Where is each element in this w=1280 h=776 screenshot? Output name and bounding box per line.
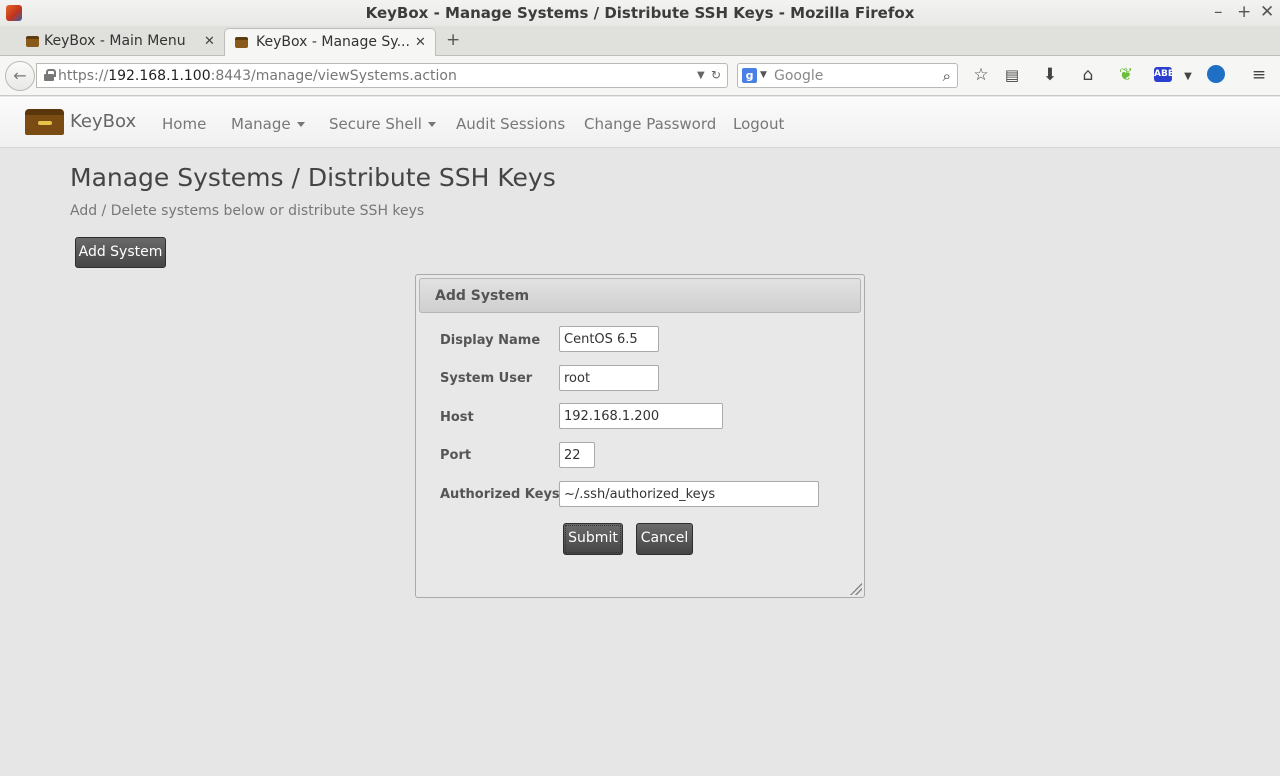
search-icon[interactable]: ⌕ bbox=[943, 67, 951, 85]
globe-addon-icon[interactable] bbox=[1207, 65, 1225, 83]
window-title: KeyBox - Manage Systems / Distribute SSH… bbox=[365, 4, 915, 22]
engine-dropdown-icon[interactable]: ▼ bbox=[760, 70, 767, 80]
nav-change-password[interactable]: Change Password bbox=[584, 115, 716, 133]
leaf-addon-icon[interactable]: ❦ bbox=[1116, 66, 1136, 84]
host-label: Host bbox=[440, 410, 474, 425]
nav-manage-label: Manage bbox=[231, 115, 291, 133]
tab-manage-systems[interactable]: KeyBox - Manage Sy... ✕ bbox=[224, 28, 436, 56]
brand-name: KeyBox bbox=[70, 111, 137, 132]
keybox-favicon-icon bbox=[26, 36, 39, 47]
keybox-logo-icon bbox=[25, 109, 64, 135]
system-user-label: System User bbox=[440, 371, 533, 386]
url-scheme: https:// bbox=[58, 68, 109, 84]
nav-secure-shell-label: Secure Shell bbox=[329, 115, 422, 133]
caret-down-icon bbox=[427, 122, 436, 127]
display-name-label: Display Name bbox=[440, 333, 541, 348]
abe-noscript-icon[interactable]: ABE bbox=[1154, 67, 1174, 82]
caret-down-icon bbox=[296, 122, 305, 127]
authorized-keys-field[interactable] bbox=[559, 481, 819, 507]
tab-main-menu[interactable]: KeyBox - Main Menu ✕ bbox=[22, 28, 222, 56]
tab-close-icon[interactable]: ✕ bbox=[415, 35, 426, 50]
tab-label: KeyBox - Main Menu bbox=[44, 33, 186, 49]
search-bar[interactable]: g ▼ Google ⌕ bbox=[737, 63, 958, 88]
dialog-title: Add System bbox=[419, 278, 861, 313]
port-field[interactable] bbox=[559, 442, 595, 468]
minimize-icon[interactable]: – bbox=[1214, 2, 1223, 22]
page-subtitle: Add / Delete systems below or distribute… bbox=[70, 203, 425, 219]
nav-logout[interactable]: Logout bbox=[733, 115, 784, 133]
back-button[interactable]: ← bbox=[5, 61, 35, 91]
new-tab-icon[interactable]: + bbox=[446, 30, 460, 50]
close-icon[interactable]: ✕ bbox=[1260, 2, 1274, 22]
host-field[interactable] bbox=[559, 403, 723, 429]
url-path: :8443/manage/viewSystems.action bbox=[210, 68, 457, 84]
lock-icon bbox=[44, 69, 56, 81]
tab-close-icon[interactable]: ✕ bbox=[204, 34, 215, 49]
add-system-button[interactable]: Add System bbox=[75, 237, 166, 268]
url-dropdown-icon[interactable]: ▼ bbox=[697, 70, 705, 81]
maximize-icon[interactable]: + bbox=[1237, 2, 1251, 22]
nav-manage[interactable]: Manage bbox=[231, 115, 305, 133]
url-bar[interactable]: https://192.168.1.100:8443/manage/viewSy… bbox=[36, 63, 728, 88]
home-icon[interactable]: ⌂ bbox=[1078, 66, 1098, 84]
bookmark-star-icon[interactable]: ☆ bbox=[971, 66, 991, 84]
submit-button[interactable]: Submit bbox=[563, 523, 623, 555]
display-name-field[interactable] bbox=[559, 326, 659, 352]
reading-list-icon[interactable]: ▤ bbox=[1002, 66, 1022, 84]
reload-icon[interactable]: ↻ bbox=[711, 68, 721, 82]
keybox-favicon-icon bbox=[235, 37, 248, 48]
addon-menu-icon[interactable]: ▼ bbox=[1178, 68, 1198, 86]
authorized-keys-label: Authorized Keys bbox=[440, 487, 560, 502]
url-host: 192.168.1.100 bbox=[108, 68, 211, 84]
nav-home[interactable]: Home bbox=[162, 115, 206, 133]
downloads-icon[interactable]: ⬇ bbox=[1040, 66, 1060, 84]
resize-grip-icon[interactable] bbox=[850, 583, 862, 595]
app-navbar: KeyBox Home Manage Secure Shell Audit Se… bbox=[0, 97, 1280, 148]
cancel-button[interactable]: Cancel bbox=[636, 523, 693, 555]
google-engine-icon[interactable]: g bbox=[742, 68, 757, 83]
back-arrow-icon: ← bbox=[13, 66, 27, 85]
add-system-dialog: Add System Display Name System User Host… bbox=[415, 274, 865, 598]
system-user-field[interactable] bbox=[559, 365, 659, 391]
browser-navbar: ← https://192.168.1.100:8443/manage/view… bbox=[0, 56, 1280, 96]
nav-secure-shell[interactable]: Secure Shell bbox=[329, 115, 436, 133]
port-label: Port bbox=[440, 448, 472, 463]
window-titlebar: KeyBox - Manage Systems / Distribute SSH… bbox=[0, 0, 1280, 26]
page-title: Manage Systems / Distribute SSH Keys bbox=[70, 163, 556, 192]
tab-label: KeyBox - Manage Sy... bbox=[256, 34, 410, 50]
hamburger-menu-icon[interactable]: ≡ bbox=[1249, 66, 1269, 84]
tab-strip: KeyBox - Main Menu ✕ KeyBox - Manage Sy.… bbox=[0, 26, 1280, 56]
nav-audit-sessions[interactable]: Audit Sessions bbox=[456, 115, 565, 133]
brand[interactable]: KeyBox bbox=[25, 108, 136, 136]
search-placeholder: Google bbox=[774, 68, 824, 84]
